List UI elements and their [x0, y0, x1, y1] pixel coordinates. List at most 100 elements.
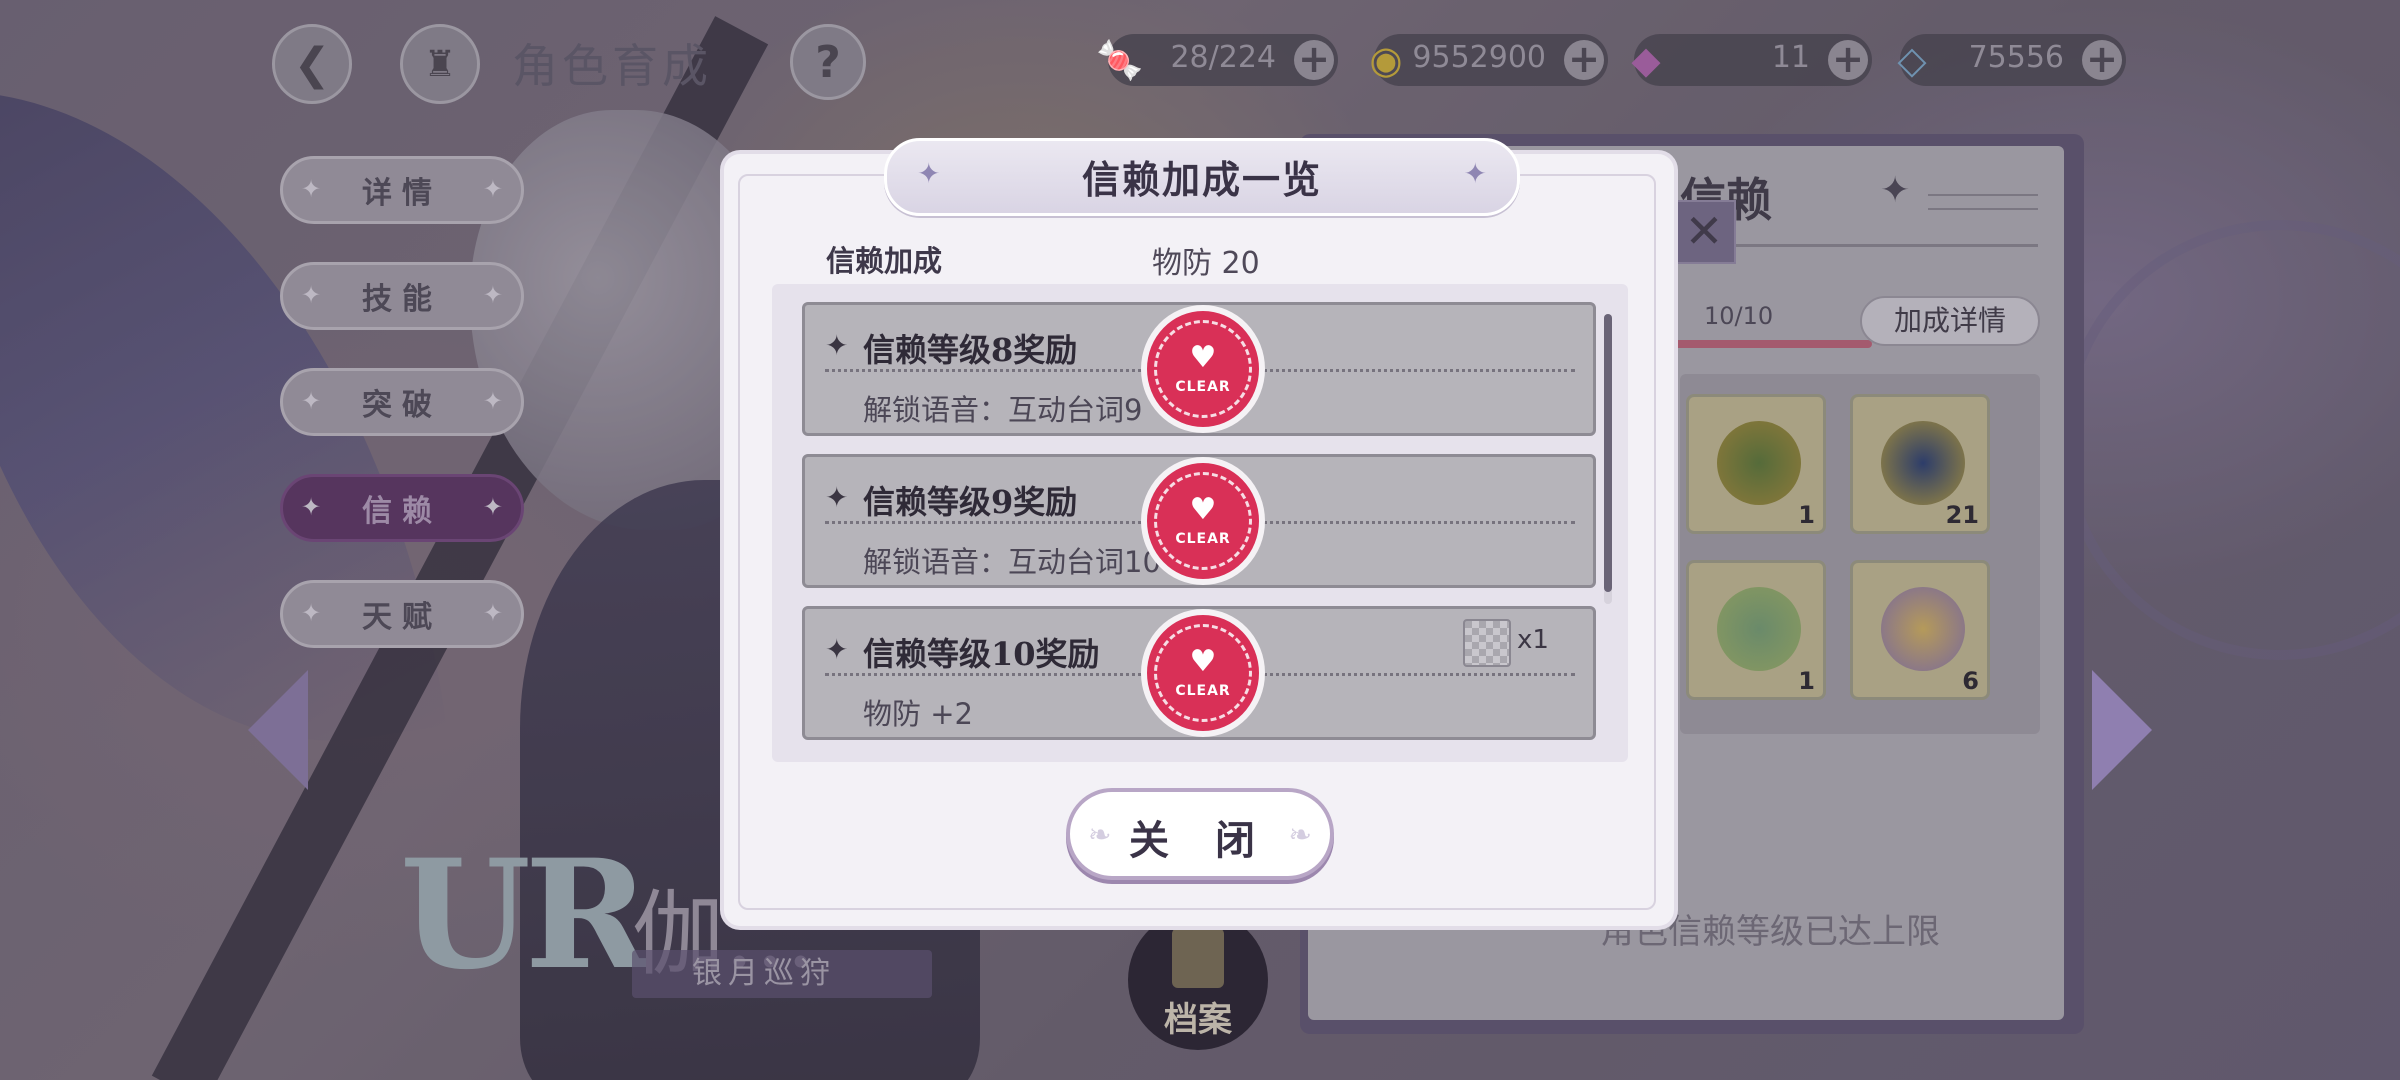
bunny-face-icon: ♥ [1189, 644, 1217, 679]
stamp-inner: ♥ CLEAR [1154, 320, 1252, 418]
clear-stamp-icon: ♥ CLEAR [1141, 457, 1265, 585]
item-count: 1 [1798, 667, 1815, 695]
star-bullet-icon: ✦ [825, 633, 849, 666]
rarity-badge: UR [400, 827, 649, 1003]
stamp-inner: ♥ CLEAR [1154, 624, 1252, 722]
page-title: 角色育成 [512, 39, 712, 93]
reward-row-title: 信赖等级9奖励 [863, 483, 1078, 521]
item-count: 1 [1798, 501, 1815, 529]
reward-row-desc: 解锁语音：互动台词10 [863, 545, 1161, 579]
pocket-watch-icon [1881, 421, 1965, 505]
add-gold-button[interactable]: + [1564, 40, 1604, 80]
back-arrow-icon: ❮ [293, 38, 331, 90]
menu-item-breakthrough[interactable]: ✦ 突破 ✦ [280, 368, 524, 436]
menu-item-label: 天赋 [362, 600, 442, 635]
perfume-bottle-icon [1881, 587, 1965, 671]
castle-icon: ♜ [423, 43, 457, 85]
bonus-details-button[interactable]: 加成详情 [1860, 296, 2040, 346]
sparkle-icon: ✦ [482, 599, 503, 627]
add-candy-button[interactable]: + [1294, 40, 1334, 80]
trust-bonus-label: 信赖加成 [826, 244, 943, 278]
sparkle-icon: ✦ [301, 387, 322, 415]
back-button[interactable]: ❮ [272, 24, 352, 104]
home-button[interactable]: ♜ [400, 24, 480, 104]
menu-item-label: 突破 [362, 388, 442, 423]
gift-item-slot[interactable]: 21 [1850, 394, 1990, 534]
top-bar: ❮ ♜ 角色育成 ? 🍬 28/224 + ◉ 9552900 + ◆ 11 +… [0, 0, 2400, 120]
gold-coin-icon: ◉ [1369, 38, 1403, 82]
sparkle-icon: ✦ [482, 493, 503, 521]
resource-value: 9552900 [1412, 40, 1546, 75]
stamp-inner: ♥ CLEAR [1154, 472, 1252, 570]
diamond-icon: ◇ [1897, 38, 1927, 82]
clear-stamp-icon: ♥ CLEAR [1141, 609, 1265, 737]
sparkle-icon: ✦ [482, 175, 503, 203]
clear-stamp-icon: ♥ CLEAR [1141, 305, 1265, 433]
add-gem-button[interactable]: + [1828, 40, 1868, 80]
resource-value: 11 [1771, 40, 1810, 75]
close-button[interactable]: ❧ 关 闭 ❧ [1066, 788, 1334, 880]
stamp-text: CLEAR [1175, 683, 1231, 699]
menu-item-label: 技能 [362, 282, 442, 317]
reward-item-icon[interactable] [1463, 619, 1511, 667]
menu-item-label: 详情 [362, 176, 442, 211]
title-decoration [1928, 194, 2038, 210]
sparkle-icon: ✦ [482, 281, 503, 309]
close-icon[interactable]: ✕ [1672, 200, 1736, 264]
reward-row-title: 信赖等级10奖励 [863, 635, 1100, 673]
help-icon: ? [815, 36, 841, 88]
menu-item-details[interactable]: ✦ 详情 ✦ [280, 156, 524, 224]
rainbow-gem-icon: ◆ [1631, 38, 1661, 82]
trust-bonus-value: 物防 20 [1152, 246, 1260, 281]
prev-character-arrow-icon[interactable] [248, 670, 308, 790]
sparkle-icon: ✦ [301, 175, 322, 203]
star-bullet-icon: ✦ [825, 329, 849, 362]
reward-quantity: x1 [1517, 625, 1549, 655]
reward-list[interactable]: ✦ 信赖等级8奖励 解锁语音：互动台词9 ♥ CLEAR ✦ 信赖等级9奖励 解… [772, 284, 1628, 762]
add-diamond-button[interactable]: + [2082, 40, 2122, 80]
sparkle-icon: ✦ [482, 387, 503, 415]
reward-row-title: 信赖等级8奖励 [863, 331, 1078, 369]
trust-progress-bar [1660, 340, 1872, 348]
reward-row: ✦ 信赖等级9奖励 解锁语音：互动台词10 ♥ CLEAR [802, 454, 1596, 588]
reward-row: ✦ 信赖等级10奖励 物防 +2 x1 ♥ CLEAR [802, 606, 1596, 740]
gift-item-slot[interactable]: 1 [1686, 394, 1826, 534]
ornament-icon: ❧ [1288, 818, 1312, 851]
menu-item-skills[interactable]: ✦ 技能 ✦ [280, 262, 524, 330]
modal-header: ✦ 信赖加成一览 ✦ [884, 138, 1520, 216]
reward-row-desc: 物防 +2 [863, 697, 973, 731]
sparkle-icon: ✦ [1463, 157, 1487, 190]
sparkle-icon: ✦ [301, 493, 322, 521]
sparkle-icon: ✦ [1880, 170, 1911, 211]
help-button[interactable]: ? [790, 24, 866, 100]
sparkle-icon: ✦ [301, 599, 322, 627]
archive-icon [1172, 928, 1224, 988]
resource-gold: ◉ 9552900 + [1369, 34, 1608, 86]
potion-bottle-icon [1717, 587, 1801, 671]
binoculars-icon [1717, 421, 1801, 505]
gift-item-slot[interactable]: 6 [1850, 560, 1990, 700]
archive-label: 档案 [1164, 1000, 1232, 1040]
resource-value: 75556 [1968, 40, 2064, 75]
trust-bonus-modal: ✦ 信赖加成一览 ✦ 信赖加成 物防 20 ✦ 信赖等级8奖励 解锁语音：互动台… [724, 138, 1674, 926]
item-count: 6 [1962, 667, 1979, 695]
reward-row: ✦ 信赖等级8奖励 解锁语音：互动台词9 ♥ CLEAR [802, 302, 1596, 436]
scrollbar-thumb[interactable] [1604, 314, 1612, 592]
character-nameplate: UR 伽… 银月巡狩 [400, 827, 932, 1003]
gift-item-slot[interactable]: 1 [1686, 560, 1826, 700]
menu-item-talent[interactable]: ✦ 天赋 ✦ [280, 580, 524, 648]
resource-candy: 🍬 28/224 + [1096, 34, 1338, 86]
resource-gem: ◆ 11 + [1631, 34, 1872, 86]
menu-item-trust[interactable]: ✦ 信赖 ✦ [280, 474, 524, 542]
resource-diamond: ◇ 75556 + [1897, 34, 2126, 86]
character-title: 银月巡狩 [632, 950, 932, 998]
stamp-text: CLEAR [1175, 531, 1231, 547]
trust-level: 10/10 [1704, 302, 1774, 330]
archive-button[interactable]: 档案 [1128, 910, 1268, 1050]
next-character-arrow-icon[interactable] [2092, 670, 2152, 790]
reward-row-desc: 解锁语音：互动台词9 [863, 393, 1143, 427]
bunny-face-icon: ♥ [1189, 340, 1217, 375]
list-scrollbar[interactable] [1604, 314, 1612, 604]
modal-title: 信赖加成一览 [1081, 157, 1322, 202]
stamp-text: CLEAR [1175, 379, 1231, 395]
